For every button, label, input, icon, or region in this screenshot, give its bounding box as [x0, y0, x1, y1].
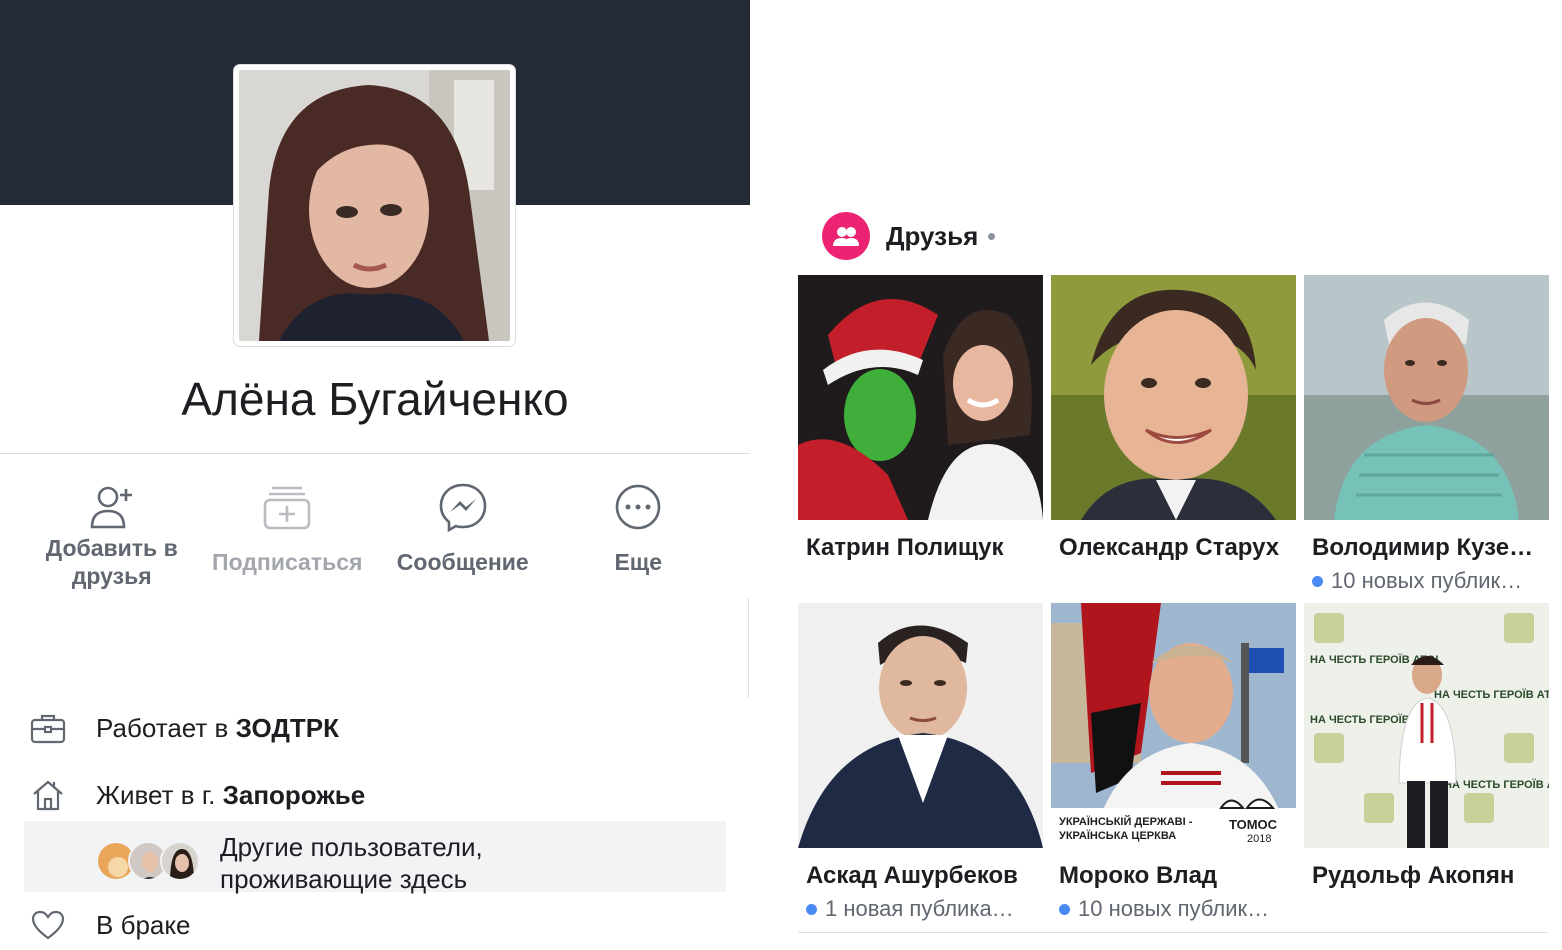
friend-photo[interactable] [798, 275, 1043, 520]
avatar [160, 841, 200, 881]
friend-name[interactable]: Володимир Кузе… [1304, 534, 1549, 562]
more-button[interactable]: Еще [551, 480, 727, 600]
new-posts-dot [806, 903, 817, 915]
divider [0, 453, 750, 454]
friend-card[interactable]: Володимир Кузе… 10 новых публик… [1304, 275, 1549, 594]
friend-card[interactable]: Катрин Полищук [798, 275, 1043, 562]
follow-button[interactable]: Подписаться [200, 480, 376, 600]
resident-avatars [96, 841, 206, 883]
work-info-row[interactable]: Работает в ЗОДТРК [24, 708, 726, 748]
message-button[interactable]: Сообщение [375, 480, 551, 600]
new-posts-dot [1059, 903, 1070, 915]
friend-name[interactable]: Мороко Влад [1051, 862, 1296, 890]
separator-dot [988, 232, 996, 240]
friend-photo[interactable] [798, 603, 1043, 848]
more-icon [608, 480, 668, 534]
friend-photo[interactable] [1051, 275, 1296, 520]
friend-photo[interactable] [1304, 275, 1549, 520]
profile-avatar[interactable] [234, 65, 515, 346]
tomos-caption-line1: УКРАЇНСЬКІЙ ДЕРЖАВІ - [1059, 815, 1193, 828]
new-posts-indicator: 10 новых публик… [1051, 896, 1296, 922]
follow-icon [257, 480, 317, 534]
add-friend-icon [82, 480, 142, 534]
other-residents-row[interactable]: Другие пользователи, проживающие здесь [24, 821, 726, 894]
friends-icon [822, 212, 870, 260]
new-posts-dot [1312, 575, 1323, 587]
messenger-icon [433, 480, 493, 534]
home-city-link[interactable]: Запорожье [223, 780, 366, 810]
banner-text: НА ЧЕСТЬ ГЕРОЇВ АТО! [1434, 688, 1549, 701]
new-posts-indicator: 10 новых публик… [1304, 568, 1549, 594]
tomos-caption-line2: УКРАЇНСЬКА ЦЕРКВА [1059, 829, 1176, 842]
profile-name: Алёна Бугайченко [181, 373, 569, 425]
friends-title: Друзья [886, 220, 979, 251]
friend-name[interactable]: Катрин Полищук [798, 534, 1043, 562]
divider [798, 932, 1548, 933]
friends-header[interactable]: Друзья [822, 212, 996, 260]
friend-name[interactable]: Аскад Ашурбеков [798, 862, 1043, 890]
friend-photo[interactable]: УКРАЇНСЬКІЙ ДЕРЖАВІ - УКРАЇНСЬКА ЦЕРКВА … [1051, 603, 1296, 848]
add-friend-button[interactable]: Добавить в друзья [24, 480, 200, 600]
relationship-info-row[interactable]: В браке [24, 905, 726, 945]
banner-text: НА ЧЕСТЬ ГЕРОЇВ АТО! [1444, 778, 1549, 791]
friend-card[interactable]: УКРАЇНСЬКІЙ ДЕРЖАВІ - УКРАЇНСЬКА ЦЕРКВА … [1051, 603, 1296, 922]
briefcase-icon [24, 708, 72, 748]
divider [748, 598, 749, 698]
friend-card[interactable]: Олександр Старух [1051, 275, 1296, 562]
tomos-year: 2018 [1247, 833, 1271, 845]
friend-name[interactable]: Рудольф Акопян [1304, 862, 1549, 890]
work-place-link[interactable]: ЗОДТРК [236, 713, 339, 743]
profile-actions: Добавить в друзья Подписаться Сообщение [24, 480, 726, 600]
heart-icon [24, 905, 72, 945]
tomos-word: ТОМОС [1229, 817, 1278, 832]
new-posts-indicator: 1 новая публика… [798, 896, 1043, 922]
home-icon [24, 775, 72, 815]
friend-name[interactable]: Олександр Старух [1051, 534, 1296, 562]
friend-card[interactable]: Аскад Ашурбеков 1 новая публика… [798, 603, 1043, 922]
friend-photo[interactable]: НА ЧЕСТЬ ГЕРОЇВ АТО! НА ЧЕСТЬ ГЕРОЇВ АТО… [1304, 603, 1549, 848]
home-info-row[interactable]: Живет в г. Запорожье [24, 775, 726, 815]
friend-card[interactable]: НА ЧЕСТЬ ГЕРОЇВ АТО! НА ЧЕСТЬ ГЕРОЇВ АТО… [1304, 603, 1549, 890]
